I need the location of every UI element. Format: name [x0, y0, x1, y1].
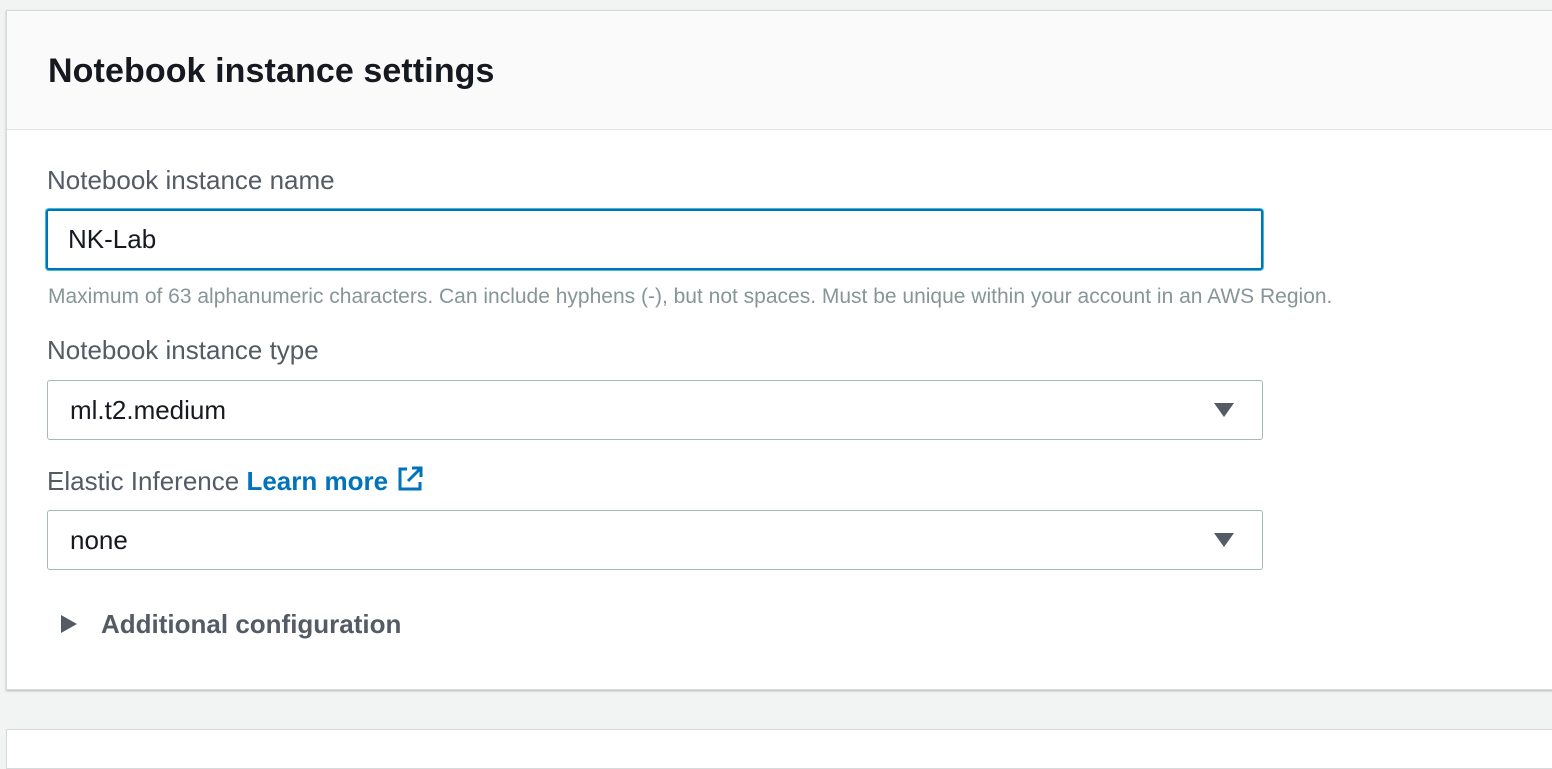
learn-more-text: Learn more [246, 466, 389, 496]
instance-type-label: Notebook instance type [47, 335, 319, 365]
instance-type-select[interactable]: ml.t2.medium [47, 380, 1263, 440]
instance-type-value: ml.t2.medium [70, 395, 227, 425]
caret-down-icon [1214, 533, 1234, 547]
learn-more-link[interactable]: Learn more [246, 466, 424, 496]
external-link-icon [398, 466, 423, 491]
panel-title: Notebook instance settings [48, 52, 495, 90]
notebook-name-hint: Maximum of 63 alphanumeric characters. C… [48, 285, 1333, 308]
caret-right-icon [61, 615, 77, 633]
elastic-inference-label-row: Elastic Inference Learn more [47, 465, 424, 497]
next-panel [6, 729, 1552, 769]
additional-configuration-label: Additional configuration [101, 609, 402, 639]
elastic-inference-label: Elastic Inference [47, 466, 240, 496]
notebook-name-input[interactable] [46, 209, 1263, 270]
elastic-inference-select[interactable]: none [47, 510, 1263, 570]
caret-down-icon [1214, 403, 1234, 417]
notebook-name-label: Notebook instance name [47, 165, 335, 195]
notebook-settings-panel: Notebook instance settings Notebook inst… [6, 10, 1552, 690]
elastic-inference-value: none [70, 525, 128, 555]
panel-header: Notebook instance settings [7, 11, 1552, 130]
